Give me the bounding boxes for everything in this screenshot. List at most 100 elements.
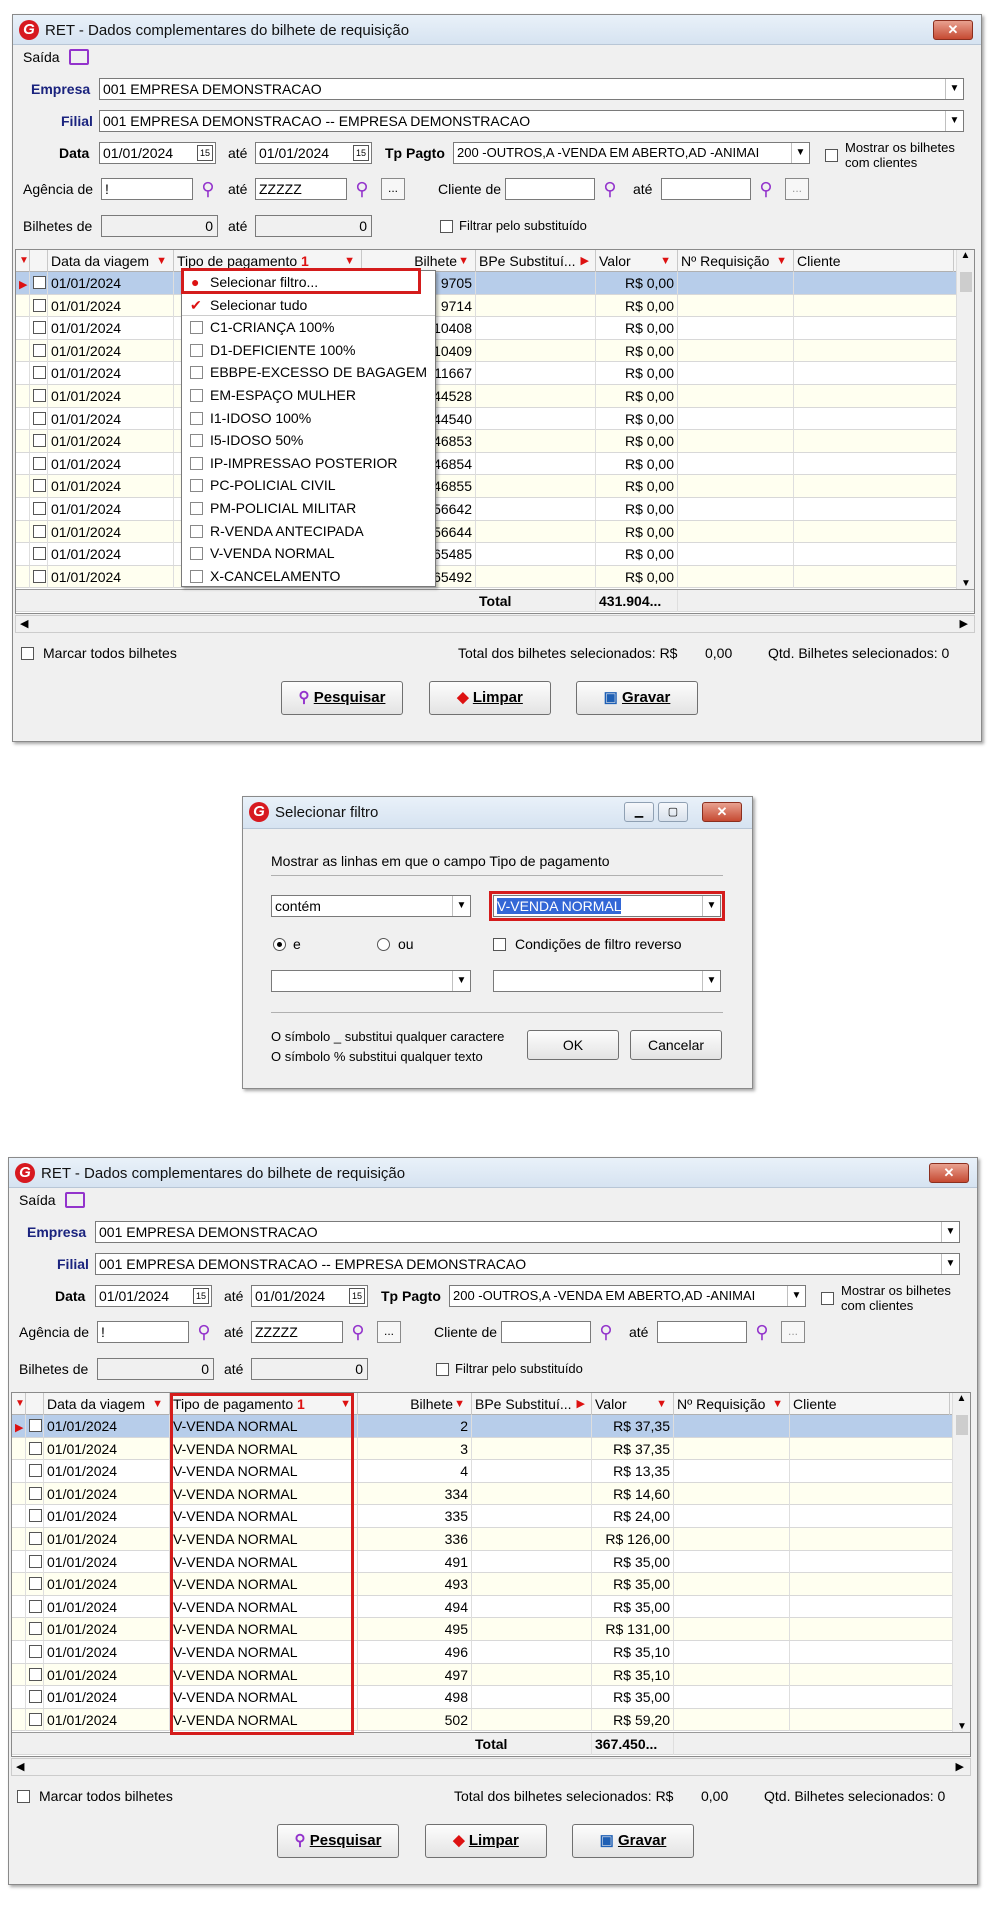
table-row[interactable]: 01/01/2024 65492 R$ 0,00: [16, 565, 974, 589]
popup-checkbox[interactable]: [190, 434, 203, 448]
tppagto-select[interactable]: 200 -OUTROS,A -VENDA EM ABERTO,AD -ANIMA…: [453, 142, 810, 164]
popup-checkbox[interactable]: [190, 343, 203, 357]
chevron-down-icon[interactable]: ▼: [787, 1286, 805, 1306]
filter-popup-item[interactable]: EBBPE-EXCESSO DE BAGAGEM: [182, 361, 435, 384]
col-valor[interactable]: Valor ▼: [592, 1393, 674, 1415]
row-checkbox[interactable]: [29, 1577, 42, 1591]
table-row[interactable]: 01/01/2024 V-VENDA NORMAL 334 R$ 14,60: [12, 1482, 970, 1506]
cliente-more-button[interactable]: ...: [785, 178, 809, 200]
ok-button[interactable]: OK: [527, 1030, 619, 1060]
col-bpe[interactable]: BPe Substituí... ▶: [476, 250, 596, 272]
scroll-thumb[interactable]: [956, 1415, 968, 1435]
filter-popup-item[interactable]: V-VENDA NORMAL: [182, 542, 435, 565]
scroll-thumb[interactable]: [960, 272, 972, 292]
horizontal-scrollbar[interactable]: ◀ ▶: [11, 1758, 971, 1776]
empresa-select[interactable]: 001 EMPRESA DEMONSTRACAO ▼: [99, 78, 964, 100]
search-icon[interactable]: ⚲: [751, 1321, 773, 1343]
filter-popup-item[interactable]: PC-POLICIAL CIVIL: [182, 474, 435, 497]
row-checkbox[interactable]: [33, 502, 46, 515]
filter-icon[interactable]: ▼: [454, 1393, 465, 1415]
filial-select[interactable]: 001 EMPRESA DEMONSTRACAO -- EMPRESA DEMO…: [95, 1253, 960, 1275]
row-checkbox[interactable]: [29, 1554, 42, 1568]
table-row[interactable]: ▶ 01/01/2024 V-VENDA NORMAL 2 R$ 37,35: [12, 1415, 970, 1438]
maximize-icon[interactable]: ▢: [658, 802, 688, 822]
row-checkbox[interactable]: [33, 479, 46, 493]
row-checkbox[interactable]: [29, 1419, 42, 1432]
menu-saida[interactable]: Saída: [23, 49, 60, 65]
operator-select[interactable]: contém ▼: [271, 895, 471, 917]
table-row[interactable]: 01/01/2024 11667 R$ 0,00: [16, 362, 974, 385]
scroll-up-icon[interactable]: ▲: [953, 1393, 970, 1404]
row-checkbox-cell[interactable]: [26, 1550, 44, 1573]
row-checkbox[interactable]: [29, 1464, 42, 1478]
table-row[interactable]: 01/01/2024 V-VENDA NORMAL 491 R$ 35,00: [12, 1550, 970, 1574]
calendar-icon[interactable]: 15: [353, 145, 369, 161]
cliente-to-input[interactable]: [661, 178, 751, 200]
data-to-input[interactable]: 01/01/2024 15: [255, 142, 372, 164]
row-checkbox[interactable]: [29, 1599, 42, 1613]
row-checkbox-cell[interactable]: [30, 317, 48, 340]
table-row[interactable]: 01/01/2024 V-VENDA NORMAL 502 R$ 59,20: [12, 1708, 970, 1732]
filter-popup-item[interactable]: D1-DEFICIENTE 100%: [182, 339, 435, 362]
row-checkbox[interactable]: [29, 1690, 42, 1704]
row-checkbox-cell[interactable]: [26, 1437, 44, 1460]
row-checkbox-cell[interactable]: [30, 385, 48, 407]
chevron-down-icon[interactable]: ▼: [702, 971, 720, 991]
operator2-select[interactable]: ▼: [271, 970, 471, 992]
reverse-checkbox[interactable]: [493, 938, 506, 951]
table-row[interactable]: 01/01/2024 V-VENDA NORMAL 496 R$ 35,10: [12, 1641, 970, 1664]
search-icon[interactable]: ⚲: [347, 1321, 369, 1343]
data-to-input[interactable]: 01/01/2024 15: [251, 1285, 368, 1307]
row-checkbox-cell[interactable]: [30, 407, 48, 430]
table-row[interactable]: 01/01/2024 V-VENDA NORMAL 498 R$ 35,00: [12, 1686, 970, 1709]
popup-checkbox[interactable]: [190, 524, 203, 538]
row-checkbox-cell[interactable]: [26, 1595, 44, 1618]
row-checkbox[interactable]: [33, 456, 46, 470]
limpar-button[interactable]: ◆ Limpar: [429, 681, 551, 715]
table-row[interactable]: 01/01/2024 V-VENDA NORMAL 493 R$ 35,00: [12, 1573, 970, 1596]
table-row[interactable]: 01/01/2024 10409 R$ 0,00: [16, 339, 974, 363]
popup-checkbox[interactable]: [190, 321, 203, 335]
screen-icon[interactable]: [65, 1192, 85, 1208]
table-row[interactable]: 01/01/2024 V-VENDA NORMAL 495 R$ 131,00: [12, 1618, 970, 1641]
filial-select[interactable]: 001 EMPRESA DEMONSTRACAO -- EMPRESA DEMO…: [99, 110, 964, 132]
table-row[interactable]: 01/01/2024 10408 R$ 0,00: [16, 317, 974, 340]
row-checkbox-cell[interactable]: [26, 1663, 44, 1686]
col-bilhete[interactable]: Bilhete ▼: [358, 1393, 472, 1415]
chevron-down-icon[interactable]: ▼: [941, 1222, 959, 1242]
table-row[interactable]: 01/01/2024 56642 R$ 0,00: [16, 498, 974, 521]
horizontal-scrollbar[interactable]: ◀ ▶: [15, 615, 975, 633]
row-checkbox-cell[interactable]: [30, 498, 48, 520]
marcar-todos-checkbox[interactable]: [17, 1790, 30, 1803]
filter-popup-item[interactable]: I5-IDOSO 50%: [182, 429, 435, 452]
chevron-down-icon[interactable]: ▼: [452, 971, 470, 991]
search-icon[interactable]: ⚲: [197, 178, 219, 200]
row-checkbox[interactable]: [33, 366, 46, 380]
chevron-down-icon[interactable]: ▼: [945, 79, 963, 99]
filter-popup-item[interactable]: PM-POLICIAL MILITAR: [182, 497, 435, 520]
radio-ou[interactable]: [377, 938, 390, 951]
filter-icon[interactable]: ▼: [772, 1393, 783, 1415]
row-checkbox[interactable]: [33, 343, 46, 357]
row-checkbox-cell[interactable]: [26, 1708, 44, 1731]
row-checkbox[interactable]: [29, 1486, 42, 1500]
calendar-icon[interactable]: 15: [349, 1288, 365, 1304]
row-checkbox-cell[interactable]: [26, 1573, 44, 1596]
row-checkbox-cell[interactable]: [30, 543, 48, 566]
row-checkbox[interactable]: [33, 389, 46, 402]
agencia-from-input[interactable]: !: [97, 1321, 189, 1343]
cliente-to-input[interactable]: [657, 1321, 747, 1343]
cancel-button[interactable]: Cancelar: [630, 1030, 722, 1060]
filter-icon[interactable]: ▼: [152, 1393, 163, 1415]
row-checkbox[interactable]: [33, 547, 46, 561]
data-from-input[interactable]: 01/01/2024 15: [95, 1285, 212, 1307]
filter-popup-item[interactable]: R-VENDA ANTECIPADA: [182, 520, 435, 543]
agencia-to-input[interactable]: ZZZZZ: [255, 178, 347, 200]
play-icon[interactable]: ▶: [581, 250, 589, 272]
table-row[interactable]: 01/01/2024 V-VENDA NORMAL 3 R$ 37,35: [12, 1437, 970, 1461]
data-from-input[interactable]: 01/01/2024 15: [99, 142, 216, 164]
row-checkbox-cell[interactable]: [26, 1686, 44, 1709]
bilhetes-to-input[interactable]: 0: [255, 215, 372, 237]
row-checkbox-cell[interactable]: [30, 294, 48, 317]
row-checkbox-cell[interactable]: [30, 452, 48, 475]
